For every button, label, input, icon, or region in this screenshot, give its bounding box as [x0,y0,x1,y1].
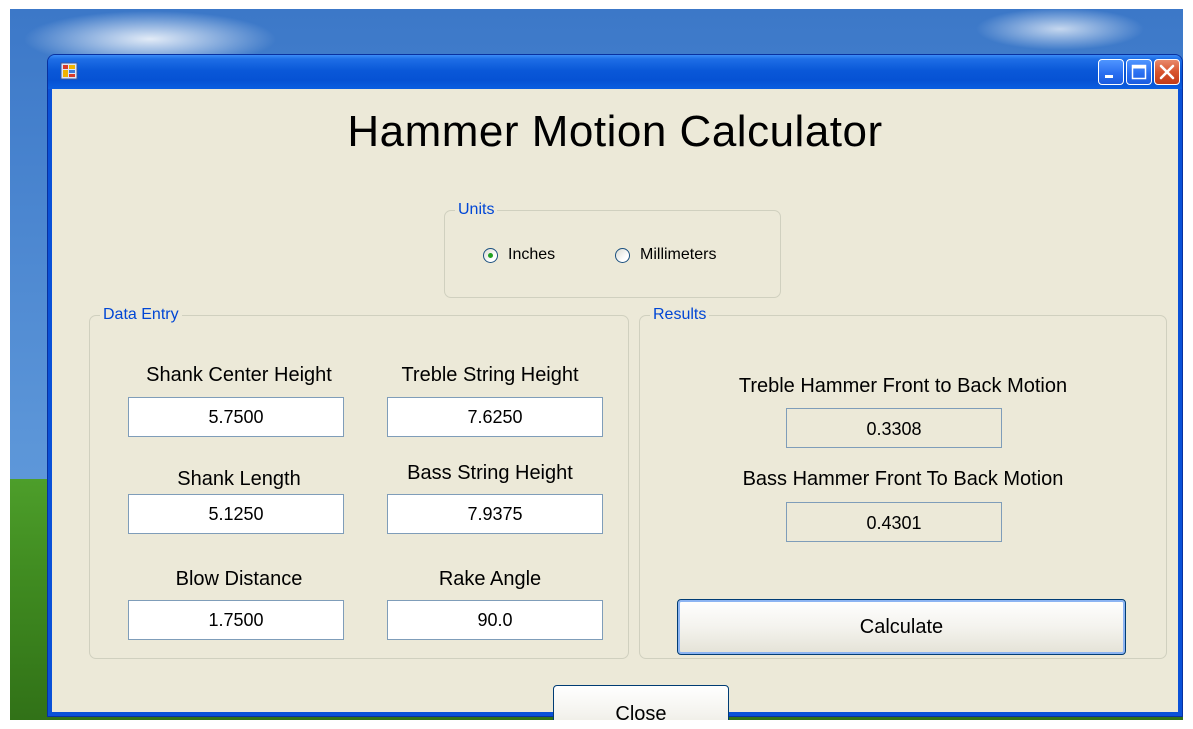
radio-selected-icon[interactable] [483,247,498,263]
desktop-background: Hammer Motion Calculator Units Inches Mi… [10,9,1183,720]
treble-string-height-label: Treble String Height [401,364,579,386]
radio-millimeters[interactable]: Millimeters [615,246,716,264]
maximize-icon [1131,64,1147,80]
minimize-icon [1105,75,1113,78]
treble-motion-output: 0.3308 [786,408,1002,448]
rake-angle-label: Rake Angle [438,568,542,590]
radio-dot-icon [488,252,493,258]
radio-inches-label[interactable]: Inches [508,246,555,264]
bass-string-height-label: Bass String Height [407,462,573,484]
treble-motion-label: Treble Hammer Front to Back Motion [738,375,1068,397]
page-title: Hammer Motion Calculator [347,107,883,156]
radio-unselected-icon[interactable] [615,247,630,263]
bass-motion-output: 0.4301 [786,502,1002,542]
app-window: Hammer Motion Calculator Units Inches Mi… [47,54,1183,720]
shank-center-height-label: Shank Center Height [146,364,332,386]
blow-distance-input[interactable]: 1.7500 [128,600,344,640]
radio-millimeters-label[interactable]: Millimeters [640,246,716,264]
data-entry-groupbox: Data Entry Shank Center Height 5.7500 Tr… [89,306,629,659]
shank-center-height-input[interactable]: 5.7500 [128,397,344,437]
rake-angle-input[interactable]: 90.0 [387,600,603,640]
results-groupbox: Results Treble Hammer Front to Back Moti… [639,306,1167,659]
units-groupbox: Units Inches Millimeters [444,201,781,298]
treble-string-height-input[interactable]: 7.6250 [387,397,603,437]
results-legend: Results [650,306,710,324]
maximize-button[interactable] [1126,59,1152,85]
app-icon[interactable] [60,62,78,80]
shank-length-input[interactable]: 5.1250 [128,494,344,534]
title-bar[interactable] [48,55,1182,89]
radio-inches[interactable]: Inches [483,246,555,264]
minimize-button[interactable] [1098,59,1124,85]
close-button[interactable]: Close [553,685,729,720]
close-icon [1159,64,1175,80]
bass-string-height-input[interactable]: 7.9375 [387,494,603,534]
calculate-button[interactable]: Calculate [677,599,1126,655]
close-window-button[interactable] [1154,59,1180,85]
blow-distance-label: Blow Distance [175,568,303,590]
window-client-area: Hammer Motion Calculator Units Inches Mi… [52,89,1178,720]
units-legend: Units [455,201,498,219]
bass-motion-label: Bass Hammer Front To Back Motion [742,468,1064,490]
data-entry-legend: Data Entry [100,306,182,324]
shank-length-label: Shank Length [177,468,301,490]
